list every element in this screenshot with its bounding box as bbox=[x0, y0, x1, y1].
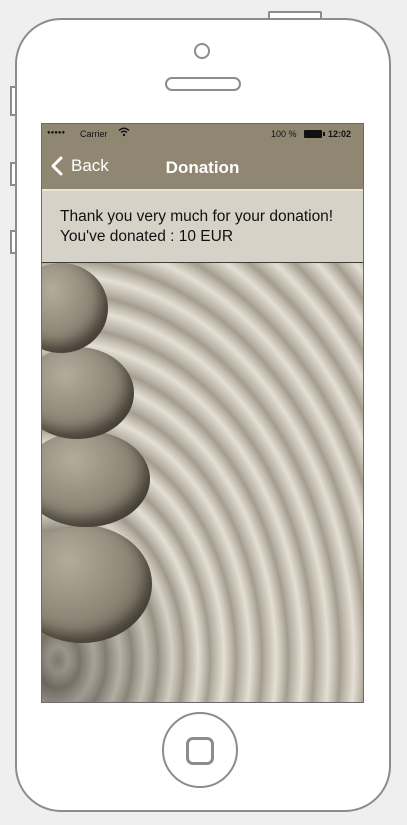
battery-icon bbox=[304, 130, 325, 138]
navigation-bar: Back Donation bbox=[42, 144, 363, 191]
signal-strength: ●●●●● bbox=[47, 130, 66, 136]
status-bar: ●●●●● Carrier 100 % 12:02 bbox=[42, 124, 363, 144]
wifi-icon bbox=[118, 127, 130, 139]
home-button-icon bbox=[186, 737, 214, 765]
thank-you-text: Thank you very much for your donation! bbox=[60, 208, 334, 225]
carrier-label: Carrier bbox=[80, 129, 108, 139]
donation-message: Thank you very much for your donation! Y… bbox=[42, 191, 363, 263]
status-time: 12:02 bbox=[328, 129, 352, 139]
stone-2 bbox=[42, 347, 134, 439]
stone-1 bbox=[42, 263, 108, 353]
donated-amount-text: You've donated : 10 EUR bbox=[60, 228, 234, 245]
page-title: Donation bbox=[165, 158, 240, 177]
stone-3 bbox=[42, 431, 150, 527]
stone-4 bbox=[42, 525, 152, 643]
battery-percentage: 100 % bbox=[271, 129, 297, 139]
earpiece-speaker bbox=[165, 77, 241, 91]
front-camera bbox=[194, 43, 210, 59]
zen-stones-image bbox=[42, 263, 363, 702]
phone-screen: ●●●●● Carrier 100 % 12:02 Back Donation … bbox=[41, 123, 364, 703]
